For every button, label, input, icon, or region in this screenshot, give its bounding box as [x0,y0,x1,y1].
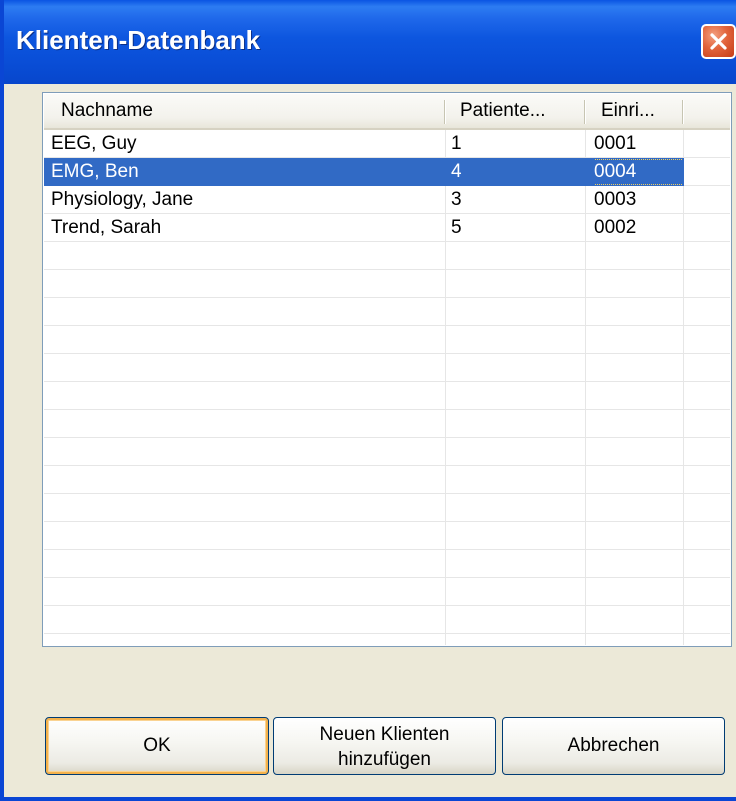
cell-patient: 5 [451,217,462,238]
title-bar[interactable]: Klienten-Datenbank [4,0,736,84]
grid-line [44,297,730,298]
cell-name: Trend, Sarah [51,217,162,238]
list-body: EEG, Guy 1 0001 EMG, Ben 4 0004 Physiolo… [44,130,730,645]
grid-line [44,521,730,522]
cell-name: Physiology, Jane [51,189,194,210]
grid-line [44,269,730,270]
grid-line [44,325,730,326]
list-row[interactable]: EEG, Guy 1 0001 [44,130,684,158]
grid-line [44,437,730,438]
cell-patient: 1 [451,133,462,154]
column-divider[interactable] [444,100,446,124]
cell-patient: 4 [451,161,462,182]
add-client-button[interactable]: Neuen Klienten hinzufügen [273,717,496,775]
grid-line [44,549,730,550]
column-header-einri[interactable]: Einri... [586,94,683,128]
column-header-patient[interactable]: Patiente... [446,94,585,128]
list-row[interactable]: Trend, Sarah 5 0002 [44,214,684,242]
grid-line [44,353,730,354]
add-client-label-line2: hinzufügen [338,749,431,770]
column-divider[interactable] [584,100,586,124]
dialog-body: Nachname Patiente... Einri... EEG, Guy 1 [8,84,736,797]
cell-einri: 0002 [594,217,637,238]
list-header: Nachname Patiente... Einri... [44,94,730,130]
grid-line [44,633,730,634]
cell-name: EEG, Guy [51,133,137,154]
cell-einri: 0003 [594,189,637,210]
cell-patient: 3 [451,189,462,210]
cell-einri: 0001 [594,133,637,154]
window-title: Klienten-Datenbank [16,25,261,55]
column-header-nachname[interactable]: Nachname [44,94,445,128]
column-divider[interactable] [682,100,684,124]
client-list[interactable]: Nachname Patiente... Einri... EEG, Guy 1 [42,92,732,647]
grid-line [44,493,730,494]
close-button[interactable] [701,24,736,59]
grid-line [44,381,730,382]
cell-einri: 0004 [594,158,682,186]
grid-line [44,577,730,578]
cancel-button[interactable]: Abbrechen [502,717,725,775]
cell-name: EMG, Ben [51,161,139,182]
grid-line [44,409,730,410]
list-row[interactable]: Physiology, Jane 3 0003 [44,186,684,214]
dialog-window: Klienten-Datenbank Nachname Patiente... … [0,0,736,801]
grid-line [44,465,730,466]
grid-line [44,605,730,606]
list-row[interactable]: EMG, Ben 4 0004 [44,158,684,186]
ok-button[interactable]: OK [45,717,269,775]
add-client-label-line1: Neuen Klienten [319,724,450,745]
close-icon [710,33,727,50]
